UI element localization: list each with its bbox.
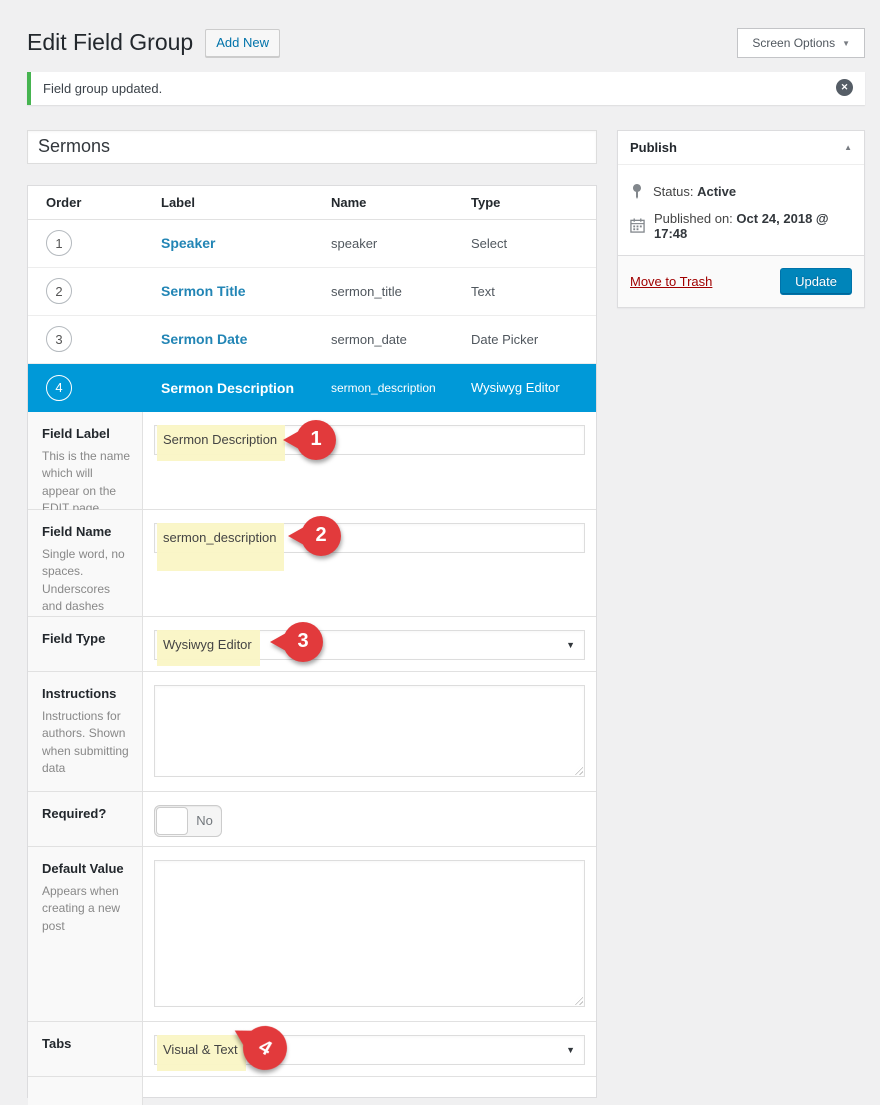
publish-box-header[interactable]: Publish ▲ [618,131,864,165]
setting-row-field-label: Field Label This is the name which will … [28,412,596,510]
calendar-icon [630,218,645,233]
setting-row-default-value: Default Value Appears when creating a ne… [28,847,596,1022]
field-type-cell: Text [471,284,596,299]
fields-table: Order Label Name Type 1 Speaker speaker … [27,185,597,1098]
screen-options-button[interactable]: Screen Options ▼ [737,28,865,58]
field-edit-link[interactable]: Sermon Date [161,331,331,347]
setting-label-cell: Instructions Instructions for authors. S… [28,672,143,791]
tabs-value: Visual & Text [163,1042,238,1057]
page-title: Edit Field Group [27,28,193,58]
table-row[interactable]: 1 Speaker speaker Select [28,220,596,268]
tabs-select[interactable]: Visual & Text ▼ [154,1035,585,1065]
setting-row-field-name: Field Name Single word, no spaces. Under… [28,510,596,617]
field-name-cell: sermon_title [331,284,471,299]
status-row: Status: Active [630,184,852,200]
collapse-icon[interactable]: ▲ [844,143,852,152]
field-type-cell: Date Picker [471,332,596,347]
update-button[interactable]: Update [780,268,852,295]
column-header-type: Type [471,195,596,210]
annotation-badge-1: 1 [296,420,336,460]
field-label-input[interactable]: Sermon Description [154,425,585,455]
field-edit-link[interactable]: Speaker [161,235,331,251]
published-label: Published on: [654,211,733,226]
setting-row-required: Required? No [28,792,596,847]
published-text: Published on: Oct 24, 2018 @ 17:48 [654,211,852,241]
toggle-knob [156,807,188,835]
setting-title: Tabs [42,1036,132,1051]
pin-icon [630,184,644,200]
drag-order-handle[interactable]: 3 [46,326,72,352]
fields-table-header: Order Label Name Type [28,186,596,220]
setting-title: Field Type [42,631,132,646]
field-name-input[interactable]: sermon_description [154,523,585,553]
column-header-order: Order [46,195,161,210]
status-value: Active [697,184,736,199]
drag-order-handle[interactable]: 2 [46,278,72,304]
toggle-state-label: No [188,813,221,828]
field-name-cell: sermon_description [331,381,471,395]
column-header-name: Name [331,195,471,210]
setting-label-cell: Field Type [28,617,143,671]
notice-message: Field group updated. [43,81,162,96]
field-type-cell: Wysiwyg Editor [471,380,596,395]
setting-title: Default Value [42,861,132,876]
field-type-select[interactable]: Wysiwyg Editor ▼ [154,630,585,660]
setting-label-cell: Field Name Single word, no spaces. Under… [28,510,143,616]
setting-label-cell: Tabs [28,1022,143,1076]
setting-row-partial [28,1077,596,1097]
setting-title: Instructions [42,686,132,701]
select-arrow-icon: ▼ [566,640,575,650]
select-arrow-icon: ▼ [566,1045,575,1055]
chevron-down-icon: ▼ [842,39,850,48]
field-type-value: Wysiwyg Editor [163,637,252,652]
publish-box-footer: Move to Trash Update [618,255,864,307]
drag-order-handle[interactable]: 1 [46,230,72,256]
setting-label-cell: Required? [28,792,143,846]
field-name-cell: speaker [331,236,471,251]
field-name-value: sermon_description [163,530,276,545]
annotation-badge-3: 3 [283,622,323,662]
side-column: Publish ▲ Status: Active [617,130,865,308]
table-row[interactable]: 2 Sermon Title sermon_title Text [28,268,596,316]
setting-label-cell: Field Label This is the name which will … [28,412,143,509]
update-notice: Field group updated. ✕ [27,72,865,105]
setting-description: This is the name which will appear on th… [42,448,132,518]
annotation-badge-2: 2 [301,516,341,556]
setting-description: Instructions for authors. Shown when sub… [42,708,132,778]
field-group-title-input[interactable]: Sermons [27,130,597,164]
field-type-cell: Select [471,236,596,251]
field-edit-link[interactable]: Sermon Description [161,380,331,396]
edit-field-group-page: Screen Options ▼ Edit Field Group Add Ne… [0,0,880,1098]
column-header-label: Label [161,195,331,210]
field-label-value: Sermon Description [163,432,277,447]
screen-options-label: Screen Options [752,36,835,50]
setting-row-tabs: Tabs Visual & Text ▼ 4 [28,1022,596,1077]
setting-description: Appears when creating a new post [42,883,132,935]
field-edit-link[interactable]: Sermon Title [161,283,331,299]
publish-box-body: Status: Active [618,165,864,255]
setting-title: Field Label [42,426,132,441]
table-row[interactable]: 3 Sermon Date sermon_date Date Picker [28,316,596,364]
dismiss-icon[interactable]: ✕ [836,79,853,96]
add-new-button[interactable]: Add New [205,29,280,57]
field-name-cell: sermon_date [331,332,471,347]
status-label: Status: [653,184,693,199]
setting-title: Required? [42,806,132,821]
status-text: Status: Active [653,184,736,199]
published-row: Published on: Oct 24, 2018 @ 17:48 [630,211,852,241]
publish-box-title: Publish [630,140,677,155]
move-to-trash-link[interactable]: Move to Trash [630,274,712,289]
setting-title: Field Name [42,524,132,539]
drag-order-handle[interactable]: 4 [46,375,72,401]
main-column: Sermons Order Label Name Type 1 Speaker … [27,130,597,1098]
instructions-textarea[interactable] [154,685,585,777]
setting-row-field-type: Field Type Wysiwyg Editor ▼ 3 [28,617,596,672]
table-row-active[interactable]: 4 Sermon Description sermon_description … [28,364,596,412]
setting-row-instructions: Instructions Instructions for authors. S… [28,672,596,792]
publish-box: Publish ▲ Status: Active [617,130,865,308]
field-group-title-value: Sermons [38,136,110,157]
required-toggle[interactable]: No [154,805,222,837]
setting-label-cell: Default Value Appears when creating a ne… [28,847,143,1021]
default-value-textarea[interactable] [154,860,585,1007]
